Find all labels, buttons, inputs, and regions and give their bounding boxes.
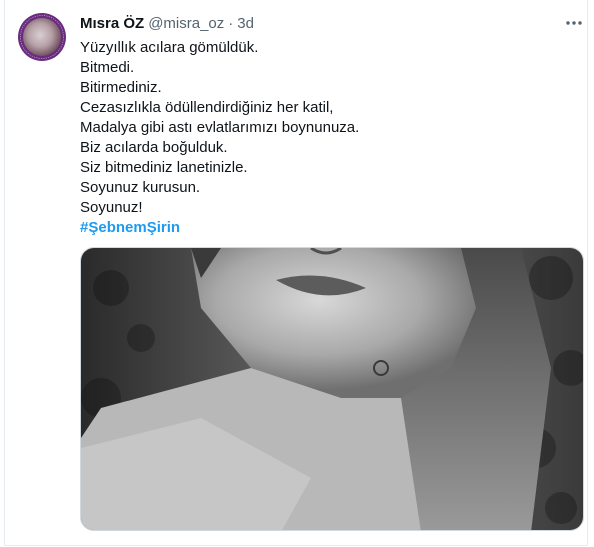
tweet-line: Soyunuz kurusun. bbox=[80, 179, 201, 196]
tweet-media-photo[interactable] bbox=[80, 247, 584, 531]
bw-portrait-image bbox=[81, 248, 583, 530]
tweet-header: Mısra ÖZ @misra_oz · 3d bbox=[80, 13, 254, 33]
tweet-line: Siz bitmediniz lanetinizle. bbox=[80, 159, 248, 176]
more-options-button[interactable] bbox=[563, 13, 585, 33]
hashtag-link[interactable]: #ŞebnemŞirin bbox=[80, 218, 570, 238]
tweet-actions-bar bbox=[80, 540, 480, 547]
tweet-line: Yüzyıllık acılara gömüldük. bbox=[80, 39, 259, 56]
tweet-text: Yüzyıllık acılara gömüldük. Bitmedi. Bit… bbox=[80, 38, 570, 238]
separator-dot: · bbox=[228, 14, 234, 32]
profile-avatar[interactable] bbox=[18, 13, 66, 61]
avatar-ring-decoration bbox=[20, 15, 64, 59]
tweet-timestamp[interactable]: 3d bbox=[237, 15, 254, 32]
tweet-line: Madalya gibi astı evlatlarımızı boynunuz… bbox=[80, 119, 360, 136]
tweet-line: Biz acılarda boğulduk. bbox=[80, 139, 228, 156]
more-horizontal-icon bbox=[566, 21, 582, 25]
tweet-line: Soyunuz! bbox=[80, 199, 143, 216]
author-name[interactable]: Mısra ÖZ bbox=[80, 15, 144, 32]
tweet-line: Bitirmediniz. bbox=[80, 79, 162, 96]
author-handle[interactable]: @misra_oz bbox=[148, 15, 224, 32]
tweet-line: Cezasızlıkla ödüllendirdiğiniz her katil… bbox=[80, 99, 334, 116]
tweet-line: Bitmedi. bbox=[80, 59, 135, 76]
